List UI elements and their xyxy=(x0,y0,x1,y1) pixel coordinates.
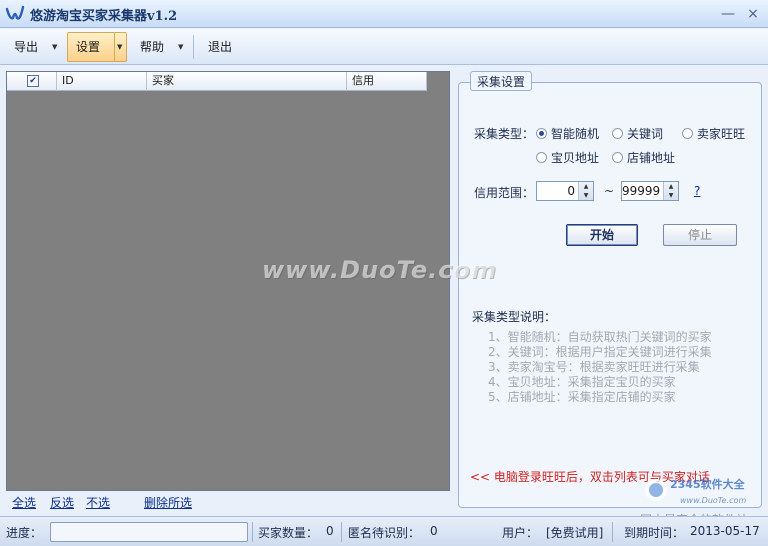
credit-range-label: 信用范围： xyxy=(474,186,535,200)
select-all-link[interactable]: 全选 xyxy=(12,494,36,511)
brand-name: 2345软件大全 xyxy=(670,477,746,491)
spin-up-icon[interactable]: ▲ xyxy=(664,182,678,191)
radio-icon xyxy=(682,128,693,139)
spin-up-icon[interactable]: ▲ xyxy=(579,182,593,191)
toolbar: 导出 ▼ 设置 ▼ 帮助 ▼ 退出 xyxy=(0,29,768,65)
expiry-value: 2013-05-17 xyxy=(690,524,760,538)
select-none-link[interactable]: 不选 xyxy=(86,494,110,511)
spinner-buttons[interactable]: ▲ ▼ xyxy=(578,182,593,200)
status-divider xyxy=(612,522,613,542)
export-label: 导出 xyxy=(14,40,39,54)
progress-bar xyxy=(50,522,248,542)
type-radio-shop-url[interactable]: 店铺地址 xyxy=(612,149,675,166)
type-radio-smart-random[interactable]: 智能随机 xyxy=(536,125,599,142)
site-watermark: www.DuoTe.com xyxy=(262,256,497,284)
radio-icon xyxy=(612,152,623,163)
user-value: [免费试用] xyxy=(546,526,604,540)
type-description-item: 5、店铺地址：采集指定店铺的买家 xyxy=(488,390,676,404)
anonymous-pending-label: 匿名待识别： xyxy=(348,526,421,540)
buyer-count-label: 买家数量： xyxy=(258,526,319,540)
radio-icon xyxy=(536,152,547,163)
status-bar: 进度： 买家数量： 0 匿名待识别： 0 用户： [免费试用] 到期时间： 20… xyxy=(0,516,768,546)
settings-group-title: 采集设置 xyxy=(470,71,533,91)
credit-min-spinner[interactable]: 0 ▲ ▼ xyxy=(536,181,594,201)
settings-menu-button[interactable]: 设置 ▼ xyxy=(67,32,127,62)
user-label: 用户： xyxy=(502,526,539,540)
help-menu-button[interactable]: 帮助 ▼ xyxy=(132,32,190,62)
status-divider xyxy=(252,522,253,542)
help-label: 帮助 xyxy=(140,40,165,54)
progress-label: 进度： xyxy=(6,526,43,540)
window-title: 悠游淘宝买家采集器v1.2 xyxy=(30,9,178,24)
stop-button[interactable]: 停止 xyxy=(663,224,737,246)
close-button[interactable]: × xyxy=(743,4,763,24)
column-id[interactable]: ID xyxy=(57,72,147,91)
title-bar: 悠游淘宝买家采集器v1.2 — × xyxy=(0,0,768,28)
exit-button[interactable]: 退出 xyxy=(200,32,246,62)
spin-down-icon[interactable]: ▼ xyxy=(579,191,593,200)
list-header: ✔ ID 买家 信用 xyxy=(7,72,427,91)
spin-down-icon[interactable]: ▼ xyxy=(664,191,678,200)
delete-selected-link[interactable]: 删除所选 xyxy=(144,494,192,511)
buyer-count-value: 0 xyxy=(326,524,334,538)
anonymous-pending-value: 0 xyxy=(430,524,438,538)
export-menu-button[interactable]: 导出 ▼ xyxy=(6,32,64,62)
brand-url: www.DuoTe.com xyxy=(680,496,746,505)
spinner-buttons[interactable]: ▲ ▼ xyxy=(663,182,678,200)
credit-max-spinner[interactable]: 99999 ▲ ▼ xyxy=(621,181,679,201)
chevron-down-icon: ▼ xyxy=(52,43,58,51)
type-description-title: 采集类型说明： xyxy=(472,310,557,324)
status-divider xyxy=(341,522,342,542)
expiry-label: 到期时间： xyxy=(624,526,685,540)
select-all-checkbox[interactable]: ✔ xyxy=(27,75,39,87)
credit-help-link[interactable]: ? xyxy=(694,184,700,198)
toolbar-divider xyxy=(193,35,194,59)
column-buyer[interactable]: 买家 xyxy=(147,72,347,91)
column-select[interactable]: ✔ xyxy=(7,72,57,91)
app-logo-icon xyxy=(5,5,25,20)
type-radio-item-url[interactable]: 宝贝地址 xyxy=(536,149,599,166)
split-divider xyxy=(114,33,115,61)
radio-checked-icon xyxy=(536,128,547,139)
credit-min-value: 0 xyxy=(567,184,575,198)
range-separator: ~ xyxy=(604,184,615,198)
column-credit[interactable]: 信用 xyxy=(347,72,427,91)
type-radio-keyword[interactable]: 关键词 xyxy=(612,125,663,142)
type-radio-seller-wangwang[interactable]: 卖家旺旺 xyxy=(682,125,745,142)
collect-type-label: 采集类型： xyxy=(474,127,535,141)
minimize-button[interactable]: — xyxy=(718,4,738,24)
chevron-down-icon: ▼ xyxy=(178,43,184,51)
chevron-down-icon: ▼ xyxy=(117,43,123,51)
invert-selection-link[interactable]: 反选 xyxy=(50,494,74,511)
radio-icon xyxy=(612,128,623,139)
credit-max-value: 99999 xyxy=(622,184,661,198)
settings-label: 设置 xyxy=(76,40,101,54)
start-button[interactable]: 开始 xyxy=(566,224,638,246)
settings-group xyxy=(458,82,762,508)
